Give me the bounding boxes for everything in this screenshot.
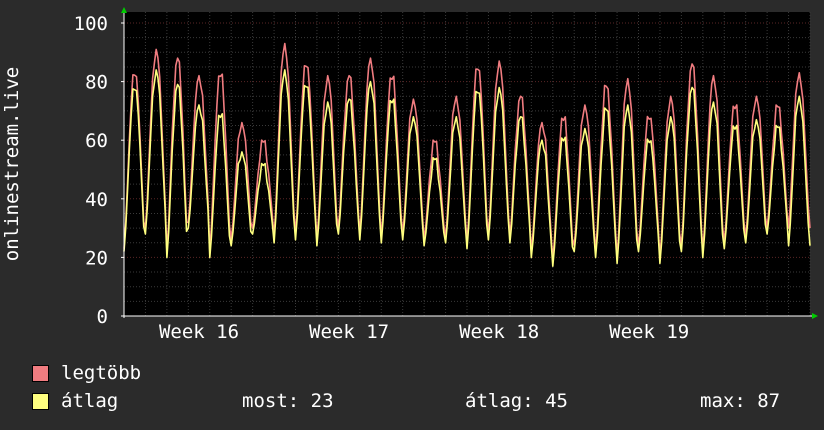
stat-average: átlag: 45 [465,390,568,412]
x-tick-label: Week 19 [609,321,689,343]
x-tick-label: Week 18 [459,321,539,343]
legend-swatch-avg [32,392,49,410]
stat-now: most: 23 [242,390,334,412]
y-tick-label: 60 [85,130,108,152]
x-axis-arrow [812,313,818,319]
legend-item-max: legtöbb [32,362,141,384]
x-tick-label: Week 16 [159,321,239,343]
chart-panel: 0 20 40 60 80 100 Week 16 Week 17 Week 18 Week 1… [0,0,824,430]
y-tick-label: 100 [74,13,108,35]
y-tick-label: 40 [85,189,108,211]
legend-label-max: legtöbb [61,362,142,384]
legend-item-avg: átlag [32,390,118,412]
y-axis-label: onlinestream.live [1,67,23,261]
y-tick-label: 20 [85,247,108,269]
y-axis-arrow [121,7,127,13]
legend-label-avg: átlag [61,390,119,412]
line-chart: 020406080100 Week 16 Week 17 Week 18 Week 1… [1,7,818,343]
stat-max: max: 87 [700,390,781,412]
y-tick-label: 80 [85,72,108,94]
x-ticks: Week 16 Week 17 Week 18 Week 19 [159,321,689,343]
y-ticks: 0 20 40 60 80 100 [74,13,124,328]
y-tick-label: 0 [97,306,108,328]
x-tick-label: Week 17 [309,321,389,343]
legend-swatch-max [32,364,49,382]
